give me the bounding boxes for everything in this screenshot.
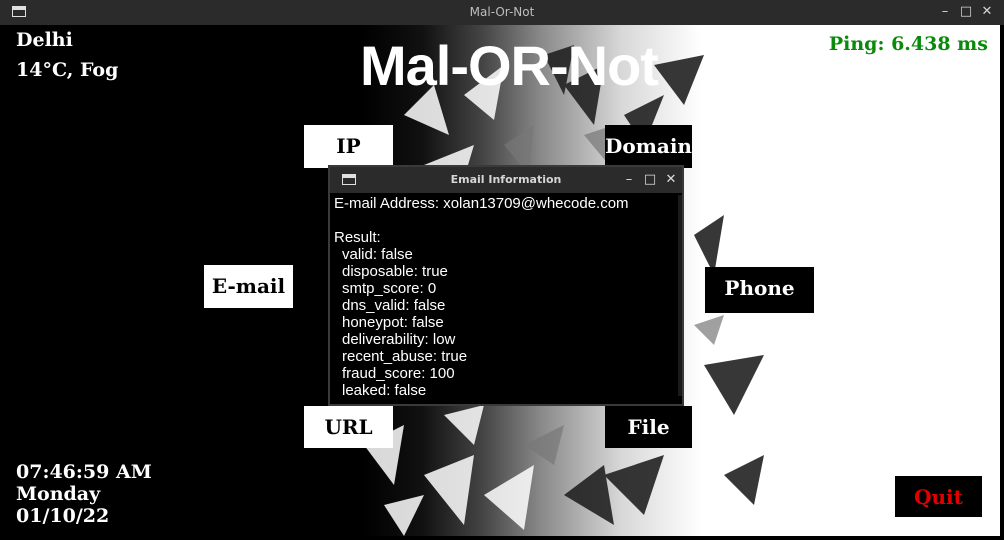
minimize-icon[interactable]: – bbox=[622, 172, 636, 188]
result-field: deliverability: low bbox=[342, 331, 456, 348]
result-field: fraud_score: 100 bbox=[342, 365, 455, 382]
maximize-icon[interactable]: □ bbox=[959, 4, 973, 20]
close-icon[interactable]: ✕ bbox=[980, 4, 994, 20]
url-button[interactable]: URL bbox=[304, 406, 393, 448]
result-field: honeypot: false bbox=[342, 314, 444, 331]
quit-button[interactable]: Quit bbox=[895, 476, 982, 517]
result-label: Result: bbox=[334, 229, 381, 246]
result-field: recent_abuse: true bbox=[342, 348, 468, 365]
window-title: Mal-Or-Not bbox=[469, 5, 535, 19]
file-button[interactable]: File bbox=[605, 406, 692, 448]
minimize-icon[interactable]: – bbox=[938, 4, 952, 20]
page-title: Mal-OR-Not bbox=[360, 34, 659, 97]
window-titlebar[interactable]: Mal-Or-Not – □ ✕ bbox=[0, 0, 1004, 25]
result-field: leaked: false bbox=[342, 382, 427, 399]
dialog-scrollbar[interactable] bbox=[678, 195, 682, 396]
clock-date: 01/10/22 bbox=[16, 505, 110, 527]
email-button[interactable]: E-mail bbox=[204, 265, 293, 308]
ping-readout: Ping: 6.438 ms bbox=[828, 33, 988, 55]
domain-button[interactable]: Domain bbox=[605, 125, 692, 168]
weather-condition: 14°C, Fog bbox=[16, 59, 119, 81]
dialog-content: E-mail Address: xolan13709@whecode.com R… bbox=[334, 195, 676, 399]
result-field: disposable: true bbox=[342, 263, 448, 280]
result-field: valid: false bbox=[342, 246, 413, 263]
ip-button[interactable]: IP bbox=[304, 125, 393, 168]
clock-time: 07:46:59 AM bbox=[16, 461, 152, 483]
dialog-titlebar[interactable]: Email Information – □ ✕ bbox=[330, 167, 682, 193]
weather-city: Delhi bbox=[16, 29, 73, 51]
close-icon[interactable]: ✕ bbox=[664, 172, 678, 188]
clock-day: Monday bbox=[16, 483, 101, 505]
result-field: dns_valid: false bbox=[342, 297, 446, 314]
email-info-dialog[interactable]: Email Information – □ ✕ E-mail Address: … bbox=[328, 165, 684, 406]
maximize-icon[interactable]: □ bbox=[643, 172, 657, 188]
email-address-line: E-mail Address: xolan13709@whecode.com bbox=[334, 195, 629, 212]
result-field: smtp_score: 0 bbox=[342, 280, 437, 297]
phone-button[interactable]: Phone No. bbox=[705, 267, 814, 342]
